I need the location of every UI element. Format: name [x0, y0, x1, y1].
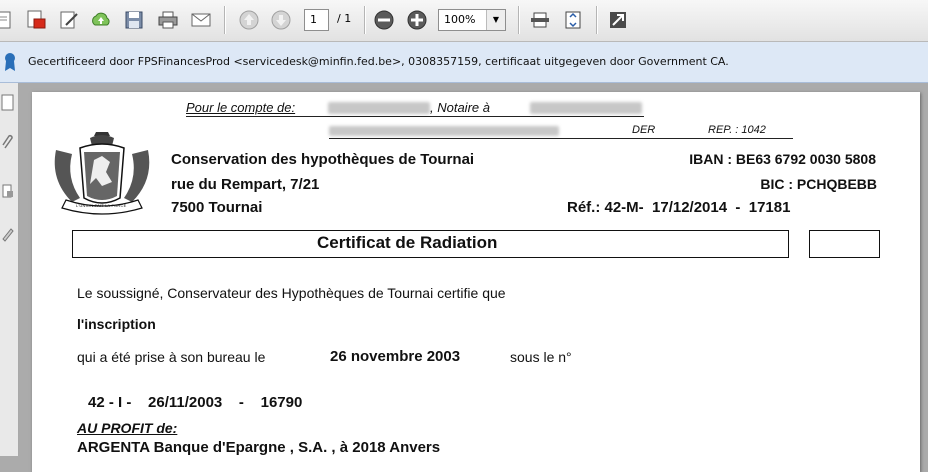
certification-text: Le soussigné, Conservateur des Hypothèqu… — [77, 285, 506, 301]
office-name: Conservation des hypothèques de Tournai — [171, 151, 475, 168]
save-icon[interactable] — [122, 8, 146, 32]
iban-text: IBAN : BE63 6792 0030 5808 — [689, 151, 876, 167]
next-page-icon[interactable] — [269, 8, 293, 32]
side-box — [809, 230, 880, 258]
tools-icon[interactable] — [1, 223, 15, 243]
toolbar: 1 / 1 100% ▼ — [0, 0, 928, 42]
export-pdf-icon[interactable] — [24, 8, 48, 32]
der-label: DER — [632, 124, 656, 136]
au-profit-label: AU PROFIT de: — [77, 420, 178, 436]
redacted-text — [530, 102, 642, 114]
fit-page-icon[interactable] — [561, 8, 585, 32]
redacted-text — [328, 102, 430, 114]
beneficiary-text: ARGENTA Banque d'Epargne , S.A. , à 2018… — [77, 439, 441, 456]
ref-underline — [329, 138, 793, 139]
certificate-ribbon-icon — [3, 52, 17, 76]
email-icon[interactable] — [189, 8, 213, 32]
zoom-value: 100% — [444, 13, 476, 26]
seal-motto-text: L'UNION FAIT LA FORCE — [76, 203, 127, 208]
office-street: rue du Rempart, 7/21 — [171, 176, 320, 193]
inscription-number: 42 - I - 26/11/2003 - 16790 — [88, 394, 303, 411]
reference-text: Réf.: 42-M- 17/12/2014 - 17181 — [567, 199, 791, 216]
pages-icon[interactable] — [0, 8, 16, 32]
page-number-input[interactable]: 1 — [304, 9, 329, 31]
certificate-text: Gecertificeerd door FPSFinancesProd <ser… — [28, 55, 729, 68]
coat-of-arms-logo: L'UNION FAIT LA FORCE — [50, 130, 154, 218]
upload-icon[interactable] — [89, 8, 113, 32]
document-page: Pour le compte de: , Notaire à DER REP. … — [32, 92, 920, 472]
account-label: Pour le compte de: — [186, 100, 296, 115]
certificate-bar: Gecertificeerd door FPSFinancesProd <ser… — [0, 42, 928, 83]
page-total: / 1 — [337, 12, 352, 25]
pages-panel-icon[interactable] — [1, 93, 15, 113]
date-taken: 26 novembre 2003 — [330, 348, 461, 365]
previous-page-icon[interactable] — [237, 8, 261, 32]
navigation-pane — [0, 83, 19, 456]
under-number-text: sous le n° — [510, 349, 572, 365]
print-icon[interactable] — [156, 8, 180, 32]
edit-sign-icon[interactable] — [57, 8, 81, 32]
attachments-icon[interactable] — [1, 131, 15, 151]
account-underline — [186, 116, 644, 117]
account-suffix: , Notaire à — [430, 100, 490, 115]
redacted-text — [329, 126, 559, 136]
zoom-select[interactable]: 100% ▼ — [438, 9, 506, 31]
fit-width-icon[interactable] — [528, 8, 552, 32]
zoom-in-icon[interactable] — [405, 8, 429, 32]
taken-at-text: qui a été prise à son bureau le — [77, 349, 266, 365]
fullscreen-icon[interactable] — [606, 8, 630, 32]
bic-text: BIC : PCHQBEBB — [760, 176, 877, 192]
toolbar-separator — [596, 6, 598, 34]
rep-label: REP. : 1042 — [708, 124, 766, 136]
toolbar-separator — [518, 6, 520, 34]
chevron-down-icon[interactable]: ▼ — [486, 10, 505, 30]
toolbar-separator — [224, 6, 226, 34]
zoom-out-icon[interactable] — [372, 8, 396, 32]
inscription-label: l'inscription — [77, 316, 156, 332]
document-title: Certificat de Radiation — [317, 233, 498, 252]
signatures-icon[interactable] — [1, 181, 15, 201]
toolbar-separator — [364, 6, 366, 34]
office-city: 7500 Tournai — [171, 199, 263, 216]
